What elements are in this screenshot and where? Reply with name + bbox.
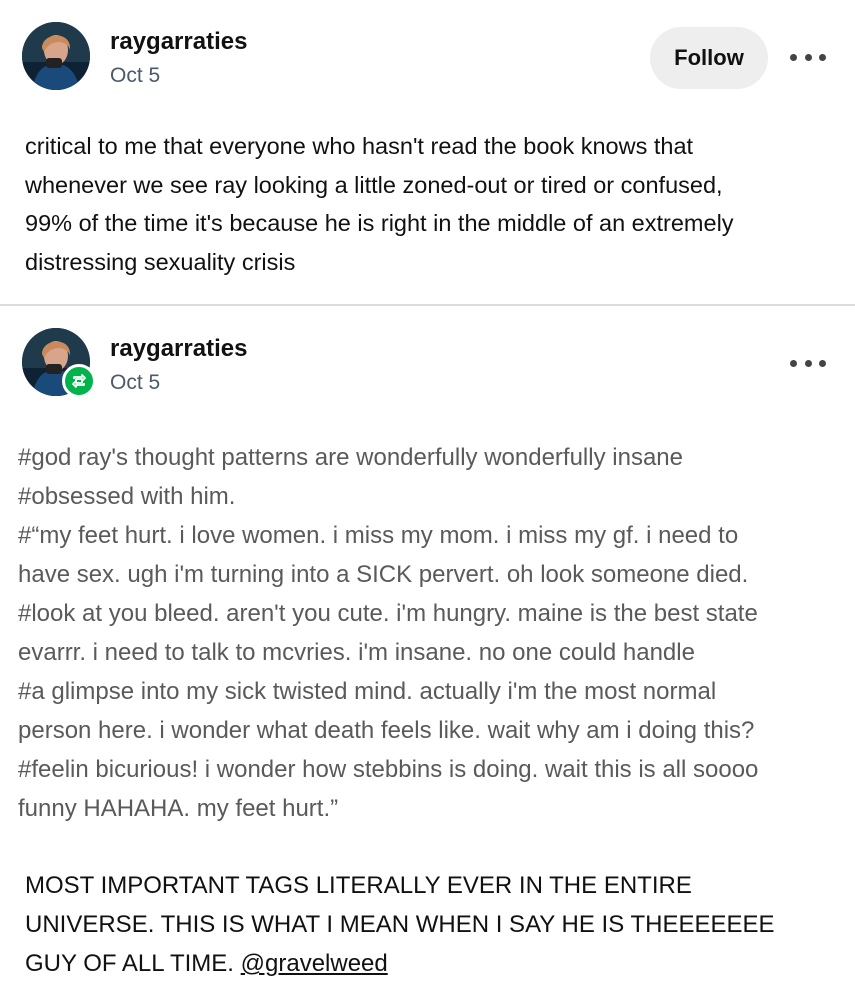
post-body-line: distressing sexuality crisis (25, 248, 296, 275)
post-date[interactable]: Oct 5 (110, 64, 160, 88)
username[interactable]: raygarraties (110, 28, 247, 56)
username[interactable]: raygarraties (110, 335, 247, 363)
post-body: critical to me that everyone who hasn't … (25, 127, 835, 281)
post-date[interactable]: Oct 5 (110, 371, 160, 395)
avatar-image (22, 22, 90, 90)
follow-button[interactable]: Follow (650, 27, 768, 89)
reblog-comment: MOST IMPORTANT TAGS LITERALLY EVER IN TH… (25, 866, 825, 983)
tag-line[interactable]: #feelin bicurious! i wonder how stebbins… (18, 750, 848, 789)
tag-line[interactable]: evarrr. i need to talk to mcvries. i'm i… (18, 633, 848, 672)
tag-line[interactable]: person here. i wonder what death feels l… (18, 711, 848, 750)
tag-line[interactable]: #god ray's thought patterns are wonderfu… (18, 438, 848, 477)
reblog-icon (62, 364, 96, 398)
tag-line[interactable]: funny HAHAHA. my feet hurt.” (18, 789, 848, 828)
post-body-line: critical to me that everyone who hasn't … (25, 133, 694, 159)
divider (0, 304, 855, 306)
more-options-icon[interactable] (790, 356, 826, 370)
tag-line[interactable]: #look at you bleed. aren't you cute. i'm… (18, 594, 848, 633)
avatar[interactable] (22, 22, 90, 90)
tag-line[interactable]: #“my feet hurt. i love women. i miss my … (18, 516, 848, 555)
post-body-line: whenever we see ray looking a little zon… (25, 171, 723, 198)
tag-line[interactable]: have sex. ugh i'm turning into a SICK pe… (18, 555, 848, 594)
tag-line[interactable]: #a glimpse into my sick twisted mind. ac… (18, 672, 848, 711)
reblog-comment-text: MOST IMPORTANT TAGS LITERALLY EVER IN TH… (25, 872, 775, 977)
tag-line[interactable]: #obsessed with him. (18, 477, 848, 516)
post-body-line: 99% of the time it's because he is right… (25, 210, 734, 236)
tags-section: #god ray's thought patterns are wonderfu… (18, 438, 848, 828)
mention-link[interactable]: @gravelweed (241, 950, 388, 977)
more-options-icon[interactable] (790, 50, 826, 64)
